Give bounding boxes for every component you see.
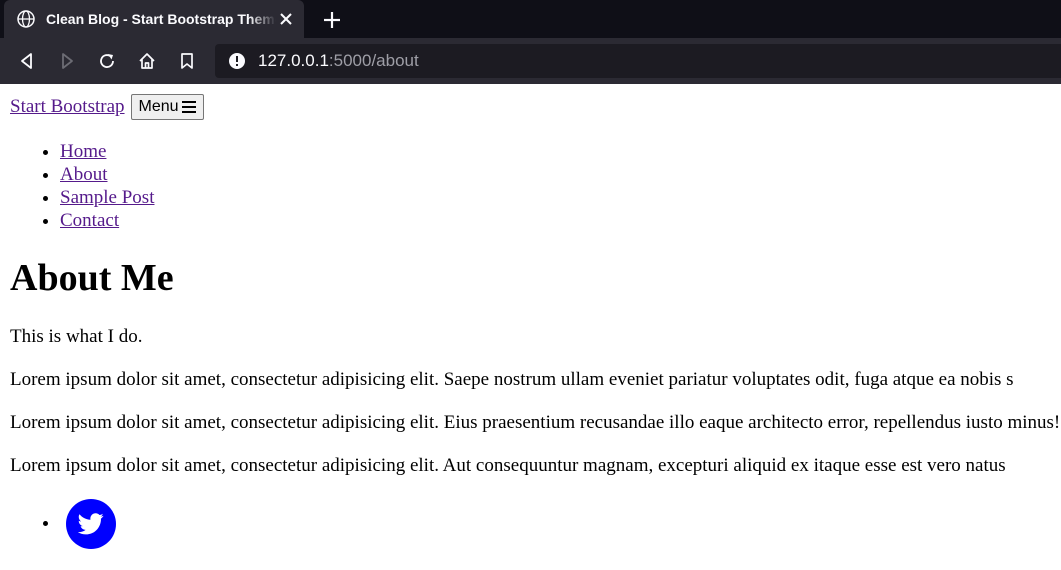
twitter-icon [78, 513, 104, 535]
social-links [10, 499, 1061, 549]
brand-link[interactable]: Start Bootstrap [10, 96, 125, 118]
browser-tab[interactable]: Clean Blog - Start Bootstrap Theme [4, 0, 304, 38]
nav-link-about[interactable]: About [60, 164, 108, 185]
site-navbar: Start Bootstrap Menu [10, 94, 1061, 120]
nav-list: Home About Sample Post Contact [10, 140, 1061, 232]
nav-link-home[interactable]: Home [60, 141, 106, 162]
home-icon[interactable] [135, 49, 159, 73]
intro-text: This is what I do. [10, 326, 143, 347]
bookmark-icon[interactable] [175, 49, 199, 73]
tab-title: Clean Blog - Start Bootstrap Theme [46, 11, 276, 27]
social-item-twitter [60, 499, 1061, 549]
close-tab-icon[interactable] [276, 9, 296, 29]
globe-icon [17, 10, 35, 28]
nav-link-sample-post[interactable]: Sample Post [60, 187, 154, 208]
nav-item-contact: Contact [60, 209, 1061, 232]
site-info-icon[interactable] [228, 52, 246, 70]
page-content: Start Bootstrap Menu Home About Sample P… [10, 84, 1061, 549]
paragraph-2: Lorem ipsum dolor sit amet, consectetur … [10, 412, 1061, 433]
paragraph-1: Lorem ipsum dolor sit amet, consectetur … [10, 369, 1014, 390]
url-path: :5000/about [328, 51, 419, 70]
nav-item-home: Home [60, 140, 1061, 163]
nav-item-sample-post: Sample Post [60, 186, 1061, 209]
page-title: About Me [10, 257, 174, 299]
hamburger-icon [181, 101, 196, 113]
menu-button-label: Menu [138, 98, 179, 115]
browser-toolbar: 127.0.0.1:5000/about [0, 38, 1061, 84]
nav-item-about: About [60, 163, 1061, 186]
paragraph-3: Lorem ipsum dolor sit amet, consectetur … [10, 455, 1006, 476]
new-tab-icon[interactable] [320, 8, 344, 32]
back-icon[interactable] [15, 49, 39, 73]
browser-tab-strip: Clean Blog - Start Bootstrap Theme [0, 0, 1061, 38]
twitter-link[interactable] [66, 499, 116, 549]
menu-button[interactable]: Menu [130, 94, 204, 120]
address-bar[interactable]: 127.0.0.1:5000/about [215, 44, 1061, 78]
nav-link-contact[interactable]: Contact [60, 210, 119, 231]
reload-icon[interactable] [95, 49, 119, 73]
forward-icon[interactable] [55, 49, 79, 73]
url-host: 127.0.0.1 [258, 51, 329, 70]
